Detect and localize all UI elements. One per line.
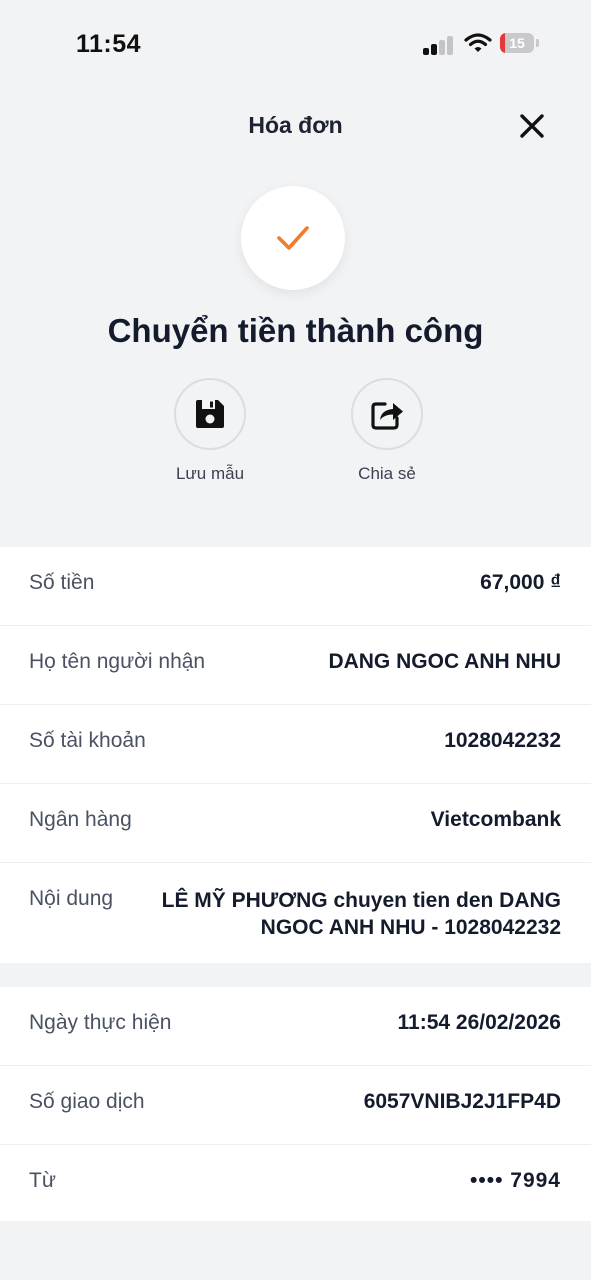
battery-level: 15 (509, 35, 525, 51)
account-label: Số tài khoản (29, 729, 146, 752)
status-time: 11:54 (76, 30, 142, 58)
recipient-label: Họ tên người nhận (29, 650, 206, 673)
success-badge (241, 186, 345, 290)
content-label: Nội dung (29, 887, 114, 910)
detail-row-account: Số tài khoản 1028042232 (0, 705, 591, 784)
status-bar: 11:54 15 (0, 0, 591, 88)
share-label: Chia sẻ (358, 464, 416, 483)
detail-row-amount: Số tiền 67,000 ₫ (0, 547, 591, 626)
account-value: 1028042232 (444, 729, 561, 752)
battery-icon: 15 (500, 33, 534, 53)
page-title: Hóa đơn (248, 112, 343, 138)
save-template-label: Lưu mẫu (175, 464, 245, 483)
share-button[interactable]: Chia sẻ (327, 378, 447, 484)
share-icon-circle (351, 378, 423, 450)
wifi-icon (464, 32, 492, 54)
share-icon (371, 402, 403, 430)
detail-row-date: Ngày thực hiện 11:54 26/02/2026 (0, 987, 591, 1066)
detail-row-transaction-id: Số giao dịch 6057VNIBJ2J1FP4D (0, 1066, 591, 1145)
detail-row-content: Nội dung LÊ MỸ PHƯƠNG chuyen tien den DA… (0, 863, 591, 967)
recipient-value: DANG NGOC ANH NHU (328, 650, 561, 673)
source-value: •••• 7994 (470, 1169, 561, 1192)
checkmark-icon (277, 226, 309, 250)
amount-label: Số tiền (29, 571, 95, 594)
transfer-details-card: Số tiền 67,000 ₫ Họ tên người nhận DANG … (0, 547, 591, 963)
date-value: 11:54 26/02/2026 (397, 1011, 562, 1034)
battery-cap (536, 39, 539, 47)
success-title: Chuyển tiền thành công (107, 312, 484, 349)
bank-value: Vietcombank (430, 808, 561, 831)
transaction-id-value: 6057VNIBJ2J1FP4D (363, 1090, 561, 1113)
close-button[interactable] (514, 108, 550, 144)
save-template-button[interactable]: Lưu mẫu (150, 378, 270, 484)
content-value: LÊ MỸ PHƯƠNG chuyen tien den DANG NGOC A… (161, 889, 561, 939)
bank-label: Ngân hàng (29, 808, 132, 831)
transaction-id-label: Số giao dịch (29, 1090, 145, 1113)
amount-value: 67,000 ₫ (480, 571, 561, 594)
date-label: Ngày thực hiện (29, 1011, 172, 1034)
floppy-disk-icon (196, 400, 224, 428)
close-icon (520, 114, 544, 138)
source-label: Từ (29, 1169, 56, 1192)
transaction-info-card: Ngày thực hiện 11:54 26/02/2026 Số giao … (0, 987, 591, 1221)
detail-row-bank: Ngân hàng Vietcombank (0, 784, 591, 863)
save-template-icon-circle (174, 378, 246, 450)
detail-row-recipient: Họ tên người nhận DANG NGOC ANH NHU (0, 626, 591, 705)
cellular-signal-icon (423, 33, 455, 55)
detail-row-source: Từ •••• 7994 (0, 1145, 591, 1223)
